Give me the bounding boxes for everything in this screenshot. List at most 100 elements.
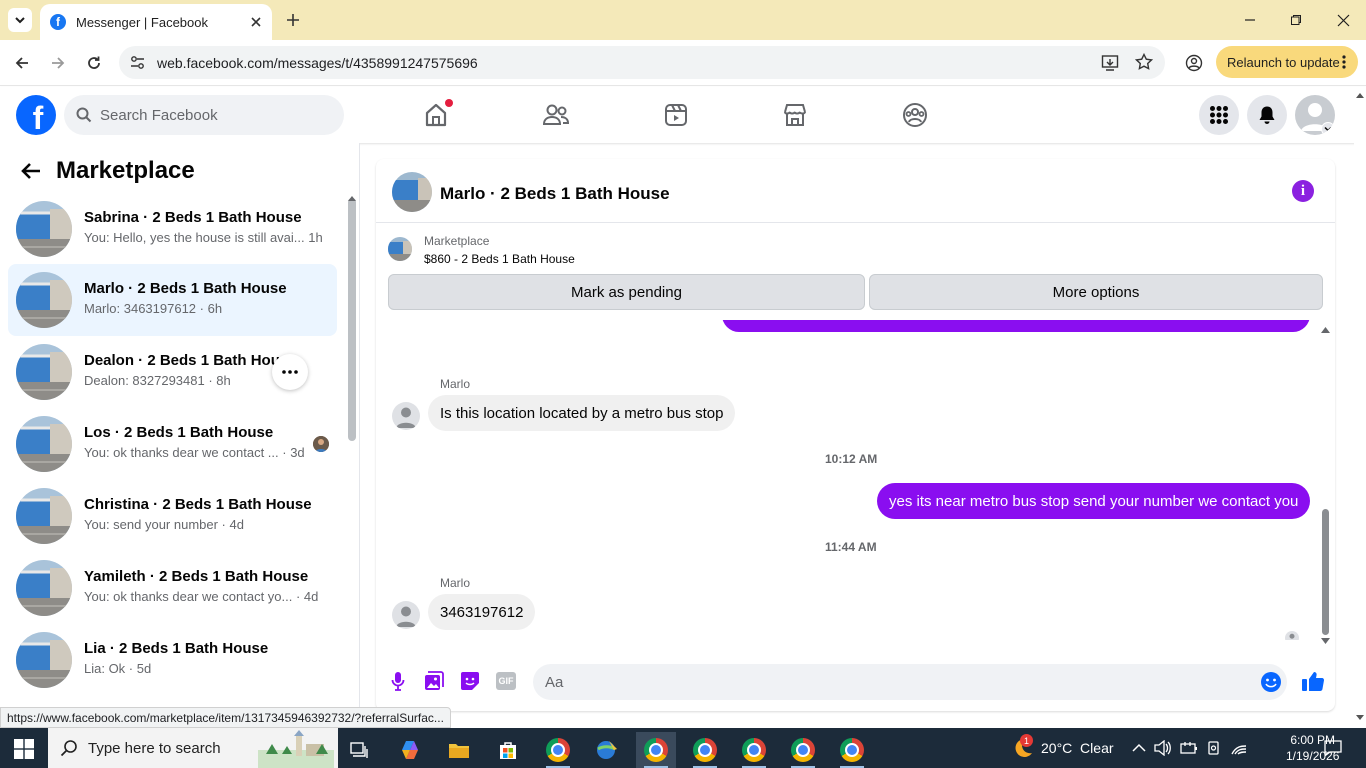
chat-title[interactable]: Marlo · 2 Beds 1 Bath House [440,184,670,204]
chrome-app-4[interactable] [783,732,823,768]
address-bar[interactable]: web.facebook.com/messages/t/435899124757… [119,46,1165,79]
chat-scrollbar[interactable] [1322,509,1329,635]
restore-button[interactable] [1284,9,1308,31]
chrome-icon [546,738,570,762]
nav-home[interactable] [420,99,453,131]
message-input[interactable]: Aa [533,664,1287,700]
chrome-app-2[interactable] [685,732,725,768]
internet-download-app[interactable] [587,732,627,768]
close-window-button[interactable] [1331,9,1355,31]
facebook-search-input[interactable]: Search Facebook [64,95,344,135]
site-info-icon[interactable] [129,54,146,71]
listing-price-title[interactable]: $860 - 2 Beds 1 Bath House [424,252,575,266]
voice-clip-button[interactable] [386,669,410,693]
listing-thumbnail[interactable] [388,237,412,261]
browser-tab[interactable]: f Messenger | Facebook [40,4,272,40]
copilot-app[interactable] [390,732,430,768]
close-tab-icon[interactable] [250,16,262,28]
forward-button[interactable] [46,51,70,75]
page-scrollbar[interactable] [1354,88,1366,728]
scroll-down-arrow-icon[interactable] [1321,638,1330,645]
nav-marketplace[interactable] [779,99,811,131]
scroll-up-arrow-icon[interactable] [1356,92,1364,98]
weather-widget[interactable]: 1 20°C Clear [1011,728,1114,768]
thumbs-up-icon [1302,672,1325,692]
seen-avatar-icon [1289,633,1295,639]
back-button[interactable] [20,161,42,181]
conversation-item[interactable]: Christina · 2 Beds 1 Bath House You: send… [8,480,337,552]
facebook-logo[interactable]: f [16,95,56,135]
battery-plug-icon[interactable] [1180,740,1198,756]
weather-badge: 1 [1020,734,1033,747]
reload-button[interactable] [82,51,106,75]
conversation-options-button[interactable] [272,354,308,390]
taskbar-search[interactable]: Type here to search [48,728,338,768]
nav-groups[interactable] [899,99,931,131]
chrome-app-5[interactable] [832,732,872,768]
conversation-avatar [16,560,72,616]
task-view-button[interactable] [340,732,380,768]
menu-button[interactable] [1199,95,1239,135]
notifications-button[interactable] [1247,95,1287,135]
scroll-down-arrow-icon[interactable] [1356,715,1364,721]
nav-friends[interactable] [540,99,572,131]
conversation-item[interactable]: Los · 2 Beds 1 Bath House You: ok thanks … [8,408,337,480]
start-button[interactable] [14,739,34,759]
device-icon[interactable] [1206,740,1222,756]
account-avatar[interactable] [1295,95,1335,135]
system-tray [1132,728,1248,768]
sidebar-scrollbar[interactable] [348,198,356,441]
chrome-profile-p-app[interactable] [538,732,578,768]
send-like-button[interactable] [1301,669,1325,693]
message-placeholder: Aa [545,674,564,691]
conversation-preview: Lia: Ok · 5d [84,661,152,676]
more-options-button[interactable]: More options [869,274,1323,310]
conversation-avatar [16,632,72,688]
relaunch-to-update-button[interactable]: Relaunch to update [1216,46,1358,78]
bookmark-star-icon[interactable] [1135,53,1153,71]
sticker-button[interactable] [458,669,482,693]
conversation-item[interactable]: Marlo · 2 Beds 1 Bath House Marlo: 346319… [8,264,337,336]
minimize-button[interactable] [1238,9,1262,31]
chrome-app-active[interactable] [636,732,676,768]
conversation-item[interactable]: Yamileth · 2 Beds 1 Bath House You: ok th… [8,552,337,624]
conversation-item[interactable]: Sabrina · 2 Beds 1 Bath House You: Hello,… [8,193,337,265]
scroll-up-arrow-icon[interactable] [348,195,356,201]
scroll-up-arrow-icon[interactable] [1321,326,1330,333]
gif-button[interactable]: GIF [494,669,518,693]
file-explorer-app[interactable] [439,732,479,768]
plus-icon [287,14,299,26]
copilot-icon [402,741,418,759]
chat-avatar[interactable] [392,172,432,212]
chrome-icon [693,738,717,762]
notification-dot [445,99,453,107]
incoming-message[interactable]: 3463197612 [428,594,536,630]
restore-icon [1291,15,1301,25]
volume-icon[interactable] [1154,740,1172,756]
back-button[interactable] [10,51,34,75]
chevron-up-icon[interactable] [1132,743,1146,753]
microsoft-store-app[interactable] [488,732,528,768]
emoji-icon[interactable] [1260,671,1282,693]
conversation-info-button[interactable]: i [1292,180,1314,202]
notification-center-button[interactable] [1324,728,1342,768]
outgoing-message-clipped[interactable] [722,320,1310,332]
conversation-item[interactable]: Dealon · 2 Beds 1 Bath House Dealon: 8327… [8,336,337,408]
install-app-icon[interactable] [1101,54,1119,72]
outgoing-message[interactable]: yes its near metro bus stop send your nu… [877,483,1311,519]
tab-search-dropdown[interactable] [8,8,32,32]
wifi-icon[interactable] [1230,740,1248,756]
chrome-app-3[interactable] [734,732,774,768]
photo-gallery-icon [425,671,444,690]
attach-photo-button[interactable] [422,669,446,693]
search-icon [76,107,92,123]
nav-video[interactable] [660,99,692,131]
marketplace-icon [784,104,806,126]
profile-button[interactable] [1182,51,1206,75]
house-photo-icon [16,201,72,257]
incoming-message[interactable]: Is this location located by a metro bus … [428,395,736,431]
profile-icon [1185,54,1203,72]
new-tab-button[interactable] [282,9,304,31]
conversation-item[interactable]: Lia · 2 Beds 1 Bath House Lia: Ok · 5d [8,624,337,696]
mark-as-pending-button[interactable]: Mark as pending [388,274,865,310]
